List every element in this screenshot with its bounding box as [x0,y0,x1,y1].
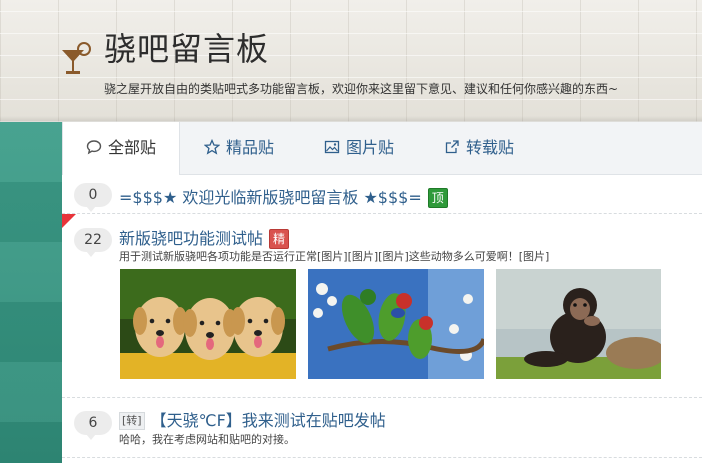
post-summary: 用于测试新版骁吧各项功能是否运行正常[图片][图片][图片]这些动物多么可爱啊！… [119,250,550,263]
site-title: 骁吧留言板 [104,30,270,68]
featured-badge: 精 [269,228,290,249]
post-summary: 哈哈，我在考虑网站和贴吧的对接。 [119,433,295,446]
post-divider [62,213,702,214]
tab-label: 图片贴 [346,138,395,157]
post-title-text[interactable]: =$$$★ 欢迎光临新版骁吧留言板 ★$$$= [119,188,422,207]
tab-featured-posts[interactable]: 精品贴 [204,122,274,174]
reply-count-badge: 6 [74,411,112,440]
chat-bubble-icon [86,139,102,155]
external-link-icon [444,139,460,155]
reply-count-badge: 0 [74,183,112,212]
featured-corner-marker [62,214,76,228]
tab-image-posts[interactable]: 图片贴 [324,122,394,174]
tab-label: 转载贴 [466,138,515,157]
left-decoration-stripe [0,122,62,463]
parrots-image[interactable] [308,269,484,379]
tab-label: 精品贴 [226,138,275,157]
post-divider [62,457,702,458]
star-icon [204,138,220,155]
repost-tag: [转] [119,411,145,430]
puppies-image[interactable] [120,269,296,379]
post-title-link[interactable]: [转] 【天骁℃F】我来测试在贴吧发帖 [119,407,386,431]
tab-repost-posts[interactable]: 转载贴 [444,122,514,174]
tab-bar: 全部贴 精品贴 图片贴 转载贴 [62,122,702,175]
pinned-badge: 顶 [427,187,448,208]
post-title-text[interactable]: 【天骁℃F】我来测试在贴吧发帖 [151,411,386,430]
tab-label: 全部贴 [107,138,156,157]
post-title-link[interactable]: 新版骁吧功能测试帖精 [119,225,290,250]
tab-all-posts[interactable]: 全部贴 [62,122,180,175]
post-title-text[interactable]: 新版骁吧功能测试帖 [119,229,263,248]
cocktail-glass-icon [62,42,91,74]
image-icon [324,139,340,155]
post-title-link[interactable]: =$$$★ 欢迎光临新版骁吧留言板 ★$$$= 顶 [119,184,448,209]
chimpanzee-image[interactable] [496,269,661,379]
reply-count-badge: 22 [74,228,112,257]
site-description: 骁之屋开放自由的类贴吧式多功能留言板，欢迎你来这里留下意见、建议和任何你感兴趣的… [104,82,619,96]
post-divider [62,397,702,398]
